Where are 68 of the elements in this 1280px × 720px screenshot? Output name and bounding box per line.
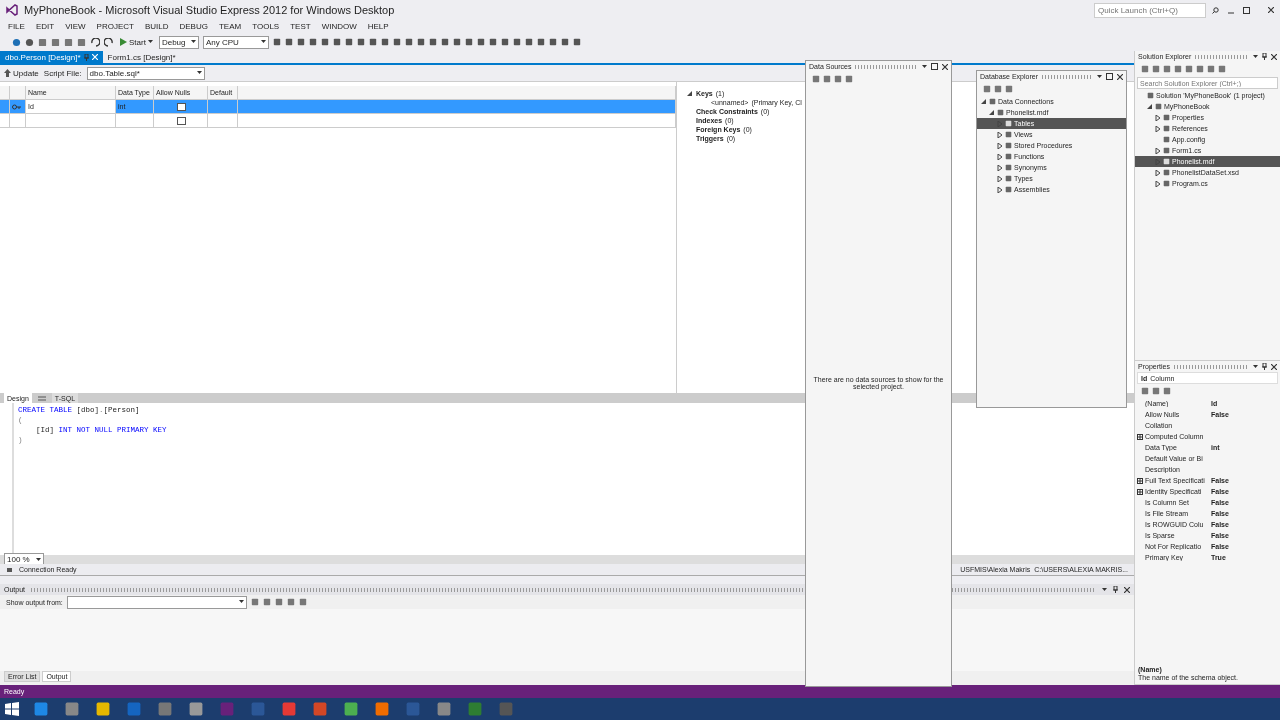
caret-icon [36,557,41,562]
menu-item[interactable]: DEBUG [179,22,208,31]
caret-icon [1253,54,1258,59]
menu-item[interactable]: HELP [367,22,389,31]
caret-icon [1102,587,1107,592]
document-tab[interactable]: Form1.cs [Design]* [102,51,181,63]
pin-icon[interactable] [1113,586,1118,593]
caret-icon [147,40,153,44]
close-icon[interactable] [942,63,948,70]
play-icon [120,38,127,46]
caret-icon [196,71,202,75]
maximize-icon[interactable] [1106,73,1113,80]
search-icon[interactable] [1212,6,1219,14]
close-icon[interactable] [1271,363,1277,370]
taskbar-app-icon[interactable] [188,701,204,717]
menu-item[interactable]: PROJECT [96,22,134,31]
close-icon[interactable] [1124,586,1130,593]
pin-icon[interactable] [1262,363,1267,370]
taskbar-app-icon[interactable] [64,701,80,717]
expanded-arrow-icon[interactable] [1147,103,1153,110]
close-icon[interactable] [1117,73,1123,80]
redo-icon[interactable] [104,37,114,47]
caret-icon [922,64,927,69]
update-button[interactable]: Update [4,68,39,78]
menu-item[interactable]: FILE [8,22,25,31]
output-source-dropdown[interactable] [66,595,247,609]
script-file-dropdown[interactable]: dbo.Table.sql* [86,66,205,80]
menu-item[interactable]: BUILD [144,22,169,31]
logo-icon [6,4,18,16]
caret-icon [190,40,196,44]
allow-nulls-checkbox[interactable] [177,116,186,125]
quick-launch-field[interactable]: Quick Launch (Ctrl+Q) [1094,2,1206,18]
menu-item[interactable]: TEST [290,22,311,31]
taskbar-app-icon[interactable] [343,701,359,717]
script-file-label: Script File: [43,68,82,78]
allow-nulls-checkbox[interactable] [177,102,186,111]
caret-icon [238,600,244,604]
key-icon [12,103,21,110]
start-button[interactable]: Start [118,37,155,47]
window-title: MyPhoneBook - Microsoft Visual Studio Express 2012 for Windows Desktop [24,4,396,16]
taskbar-app-icon[interactable] [281,701,297,717]
close-icon[interactable] [1268,7,1274,13]
maximize-icon[interactable] [1243,6,1250,14]
taskbar-app-icon[interactable] [33,701,49,717]
caret-icon [1097,74,1102,79]
undo-icon[interactable] [90,37,100,47]
start-icon[interactable] [4,701,20,717]
close-icon[interactable] [1271,53,1277,60]
menu-item[interactable]: TEAM [218,22,242,31]
caret-icon [260,40,266,44]
menu-item[interactable]: VIEW [65,22,86,31]
arrow-up-icon [4,69,11,77]
taskbar-app-icon[interactable] [374,701,390,717]
platform-dropdown[interactable]: Any CPU [202,35,269,49]
expanded-arrow-icon[interactable] [687,90,693,97]
configuration-dropdown[interactable]: Debug [158,35,199,49]
taskbar-app-icon[interactable] [95,701,111,717]
expand-icon[interactable] [1137,477,1143,484]
taskbar-app-icon[interactable] [157,701,173,717]
expand-icon[interactable] [1137,488,1143,495]
caret-icon [1253,364,1258,369]
menu-item[interactable]: WINDOW [321,22,357,31]
menu-item[interactable]: TOOLS [252,22,280,31]
expand-icon[interactable] [1137,433,1143,440]
pin-icon[interactable] [1262,53,1267,60]
taskbar-app-icon[interactable] [436,701,452,717]
maximize-icon[interactable] [931,63,938,70]
menu-item[interactable]: EDIT [35,22,55,31]
